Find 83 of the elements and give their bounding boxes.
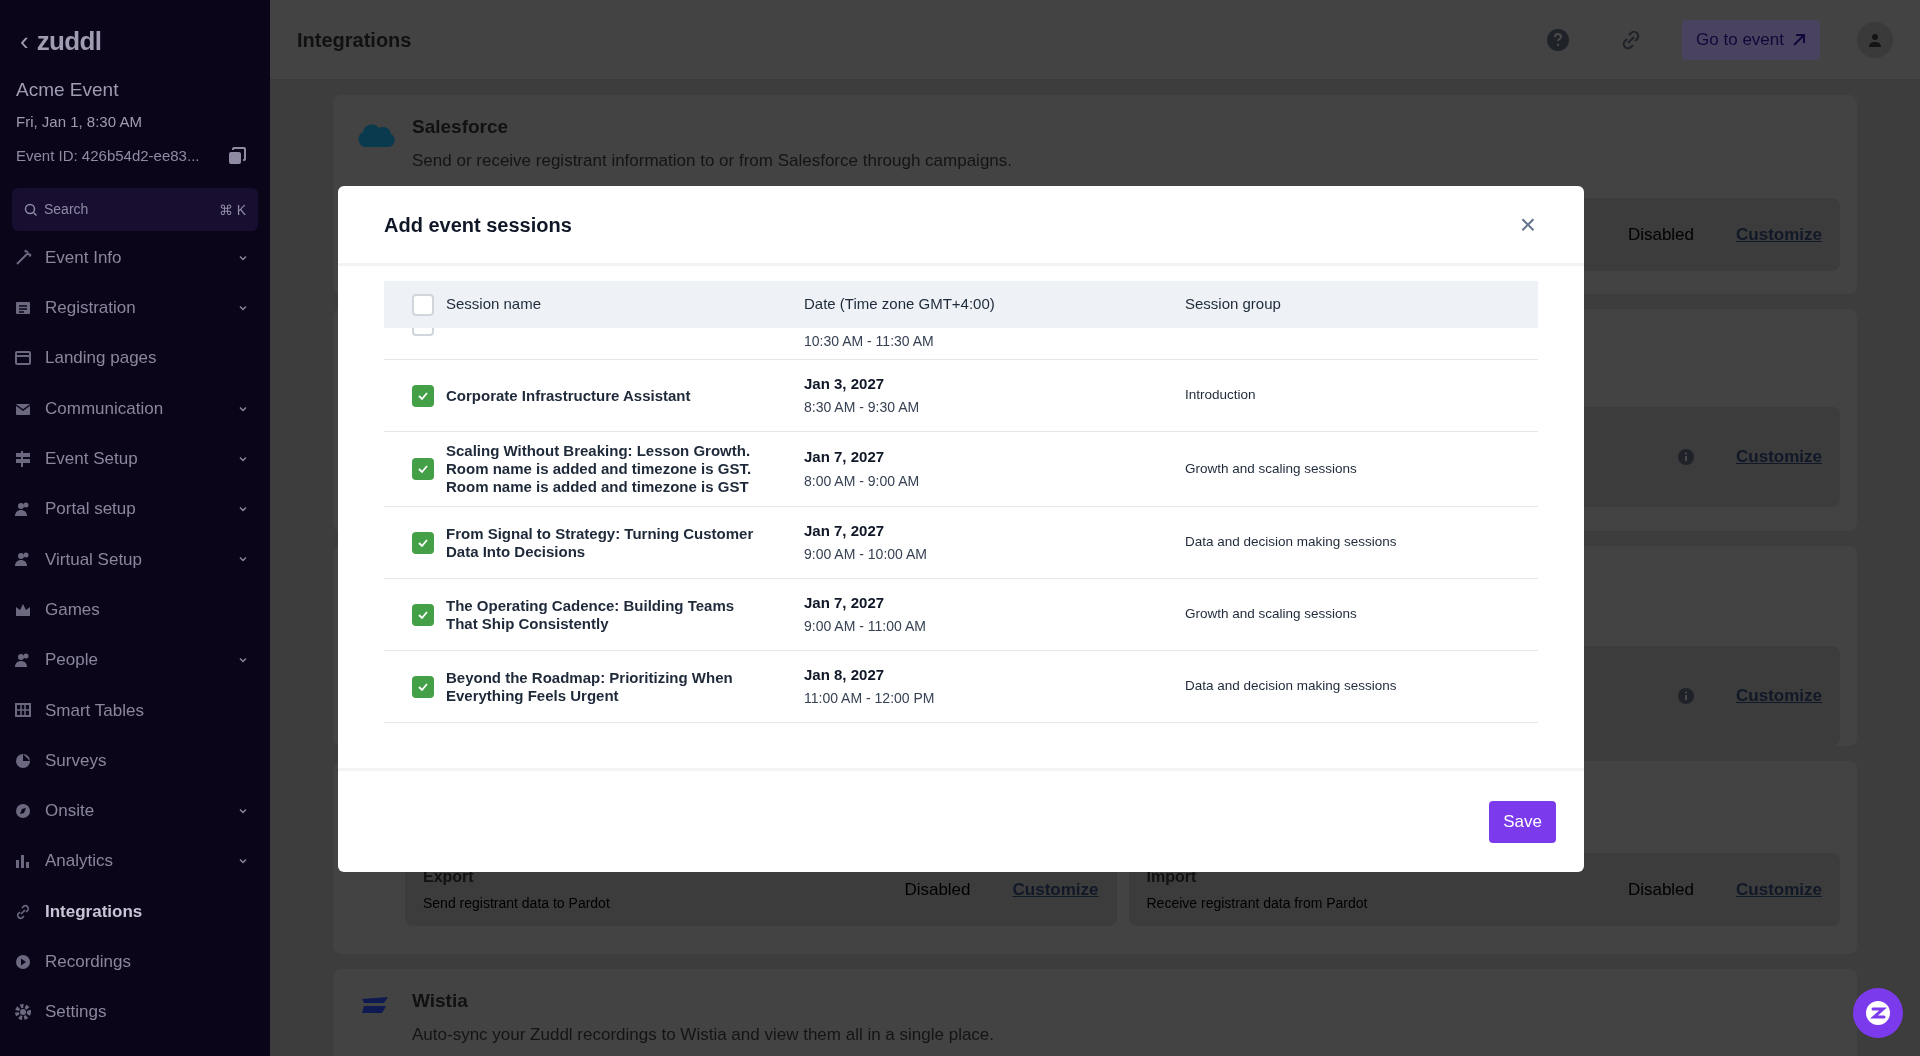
session-group: Data and decision making sessions: [1185, 676, 1397, 697]
nav-item[interactable]: Communication: [12, 383, 258, 434]
shortcut-hint: ⌘ K: [218, 200, 246, 220]
user-icon: [1867, 31, 1883, 48]
search-icon: [24, 202, 38, 217]
gear-icon: [14, 1003, 32, 1022]
checkbox[interactable]: [412, 675, 434, 698]
session-time: 8:30 AM - 9:30 AM: [804, 398, 921, 418]
arrow-icon: [1792, 32, 1806, 47]
checkbox[interactable]: [412, 293, 434, 316]
event-date: Fri, Jan 1, 8:30 AM: [15, 111, 143, 132]
session-time: 8:00 AM - 9:00 AM: [804, 471, 921, 491]
session-name: From Signal to Strategy: Turning Customer Data Into Decisions: [446, 524, 755, 561]
session-time: 10:30 AM - 11:30 AM: [804, 332, 935, 351]
column-header: Session group: [1185, 294, 1281, 315]
status-label: Disabled: [904, 878, 971, 901]
session-time: 9:00 AM - 10:00 AM: [804, 545, 928, 565]
status-label: Disabled: [1627, 223, 1695, 246]
column-header: Date (Time zone GMT+4:00): [804, 294, 996, 315]
event-id: Event ID: 426b54d2-ee83...: [16, 146, 200, 166]
status-label: Disabled: [1627, 878, 1695, 901]
copy-icon[interactable]: [228, 147, 246, 166]
session-time: 11:00 AM - 12:00 PM: [804, 689, 936, 709]
chat-button[interactable]: [1853, 988, 1903, 1038]
session-date: Jan 8, 2027: [804, 664, 886, 685]
stripes-logo-icon: [360, 995, 390, 1015]
signpost-icon: [14, 449, 32, 468]
help-icon[interactable]: [1546, 27, 1571, 52]
checkbox[interactable]: [412, 458, 434, 480]
session-group: Growth and scaling sessions: [1185, 604, 1357, 625]
close-button[interactable]: ×: [1519, 210, 1536, 239]
dialog-title: Add event sessions: [384, 212, 572, 238]
session-name: Corporate Infrastructure Assistant: [446, 386, 692, 405]
nav-item[interactable]: Smart Tables: [12, 685, 258, 736]
checkbox[interactable]: [412, 328, 434, 336]
session-date: Jan 7, 2027: [804, 592, 886, 613]
session-group: Growth and scaling sessions: [1185, 458, 1357, 480]
session-group: Introduction: [1185, 385, 1256, 406]
checkbox[interactable]: [412, 384, 434, 407]
grid-icon: [14, 701, 32, 720]
wand-icon: [14, 248, 32, 267]
nav-item[interactable]: Settings: [12, 986, 258, 1038]
compass-icon: [14, 801, 32, 820]
avatar[interactable]: [1857, 21, 1893, 58]
logo-icon: [1865, 1000, 1891, 1026]
session-name: The Operating Cadence: Building Teams That Ship Consistently: [446, 596, 736, 633]
nav-item[interactable]: Surveys: [12, 735, 258, 786]
info-icon[interactable]: [1678, 449, 1695, 465]
session-name: Scaling Without Breaking: Lesson Growth. Room name is added and timezone is GST. Room name is added and timezone is GST: [446, 442, 753, 496]
pie-chart-icon: [14, 751, 32, 770]
nav-item[interactable]: Landing pages: [12, 333, 258, 384]
checkmark-icon: [417, 463, 429, 475]
nav-item[interactable]: Analytics: [12, 836, 258, 887]
session-date: Jan 3, 2027: [804, 373, 886, 394]
event-name: Acme Event: [15, 78, 120, 102]
nav-item[interactable]: Event Setup: [12, 433, 258, 484]
link-icon: [14, 902, 32, 921]
save-button[interactable]: Save: [1489, 800, 1556, 843]
nav-item[interactable]: Integrations: [12, 886, 258, 937]
back-button[interactable]: ‹: [20, 28, 29, 54]
nav-item[interactable]: Event Info: [12, 232, 258, 283]
nav-item[interactable]: People: [12, 634, 258, 686]
session-time: 9:00 AM - 11:00 AM: [804, 617, 927, 637]
column-header: Session name: [446, 294, 542, 315]
nav-item[interactable]: Recordings: [12, 936, 258, 987]
session-date: Jan 7, 2027: [804, 520, 886, 541]
checkbox[interactable]: [412, 603, 434, 626]
checkbox[interactable]: [412, 531, 434, 554]
nav-item[interactable]: Onsite: [12, 785, 258, 837]
session-name: Beyond the Roadmap: Prioritizing When Everything Feels Urgent: [446, 668, 734, 705]
bar-chart-icon: [14, 852, 32, 871]
info-icon[interactable]: [1678, 688, 1695, 704]
play-icon: [14, 952, 32, 971]
panel-description: Receive registrant data from Pardot: [1146, 894, 1369, 913]
browser-icon: [14, 349, 32, 368]
nav-item[interactable]: Games: [12, 584, 258, 635]
session-date: Jan 7, 2027: [804, 447, 886, 468]
nav-item[interactable]: Virtual Setup: [12, 534, 258, 585]
nav-item[interactable]: Portal setup: [12, 484, 258, 535]
session-group: Data and decision making sessions: [1185, 532, 1397, 553]
logo: zuddl: [36, 24, 102, 58]
nav-item[interactable]: Registration: [12, 282, 258, 334]
panel-description: Send registrant data to Pardot: [423, 894, 611, 913]
